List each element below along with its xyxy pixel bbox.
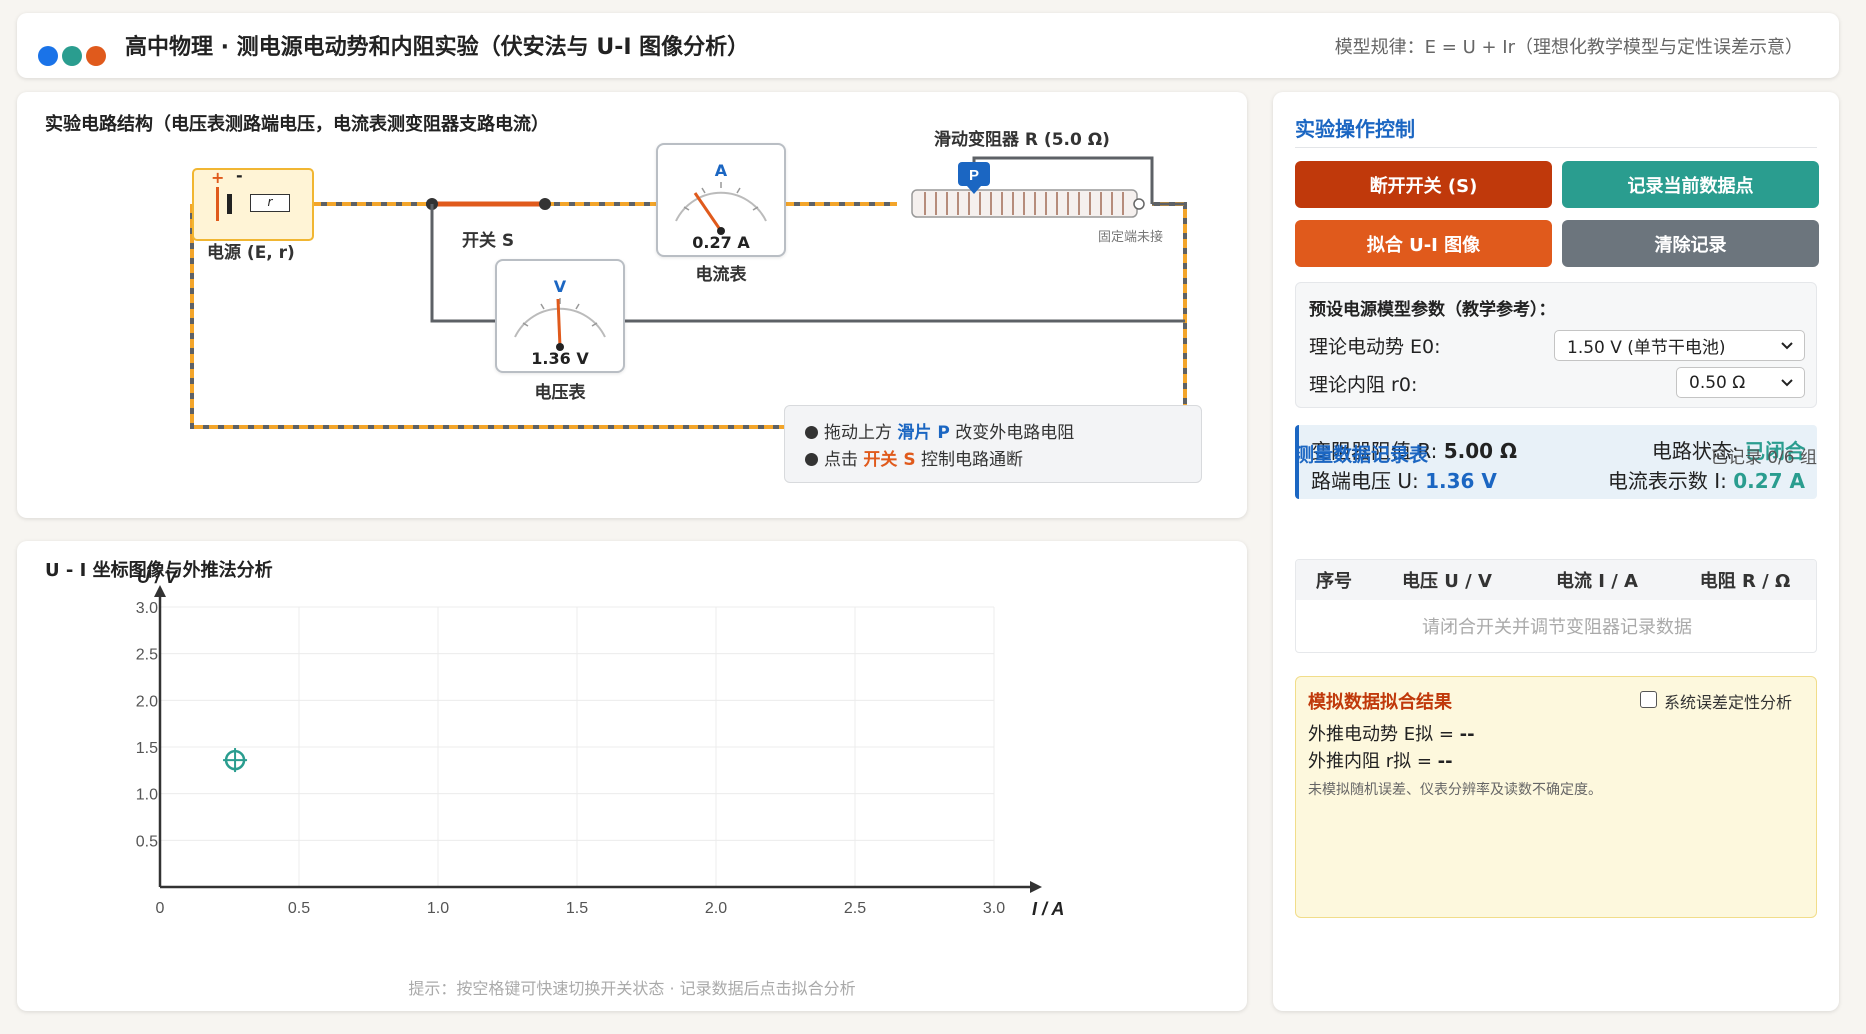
x-tick-label: 0 bbox=[156, 900, 165, 917]
bullet-icon bbox=[805, 426, 818, 439]
instruction-click-switch: 点击 开关 S 控制电路通断 bbox=[805, 445, 1023, 470]
keyboard-hint: 提示：按空格键可快速切换开关状态 · 记录数据后点击拟合分析 bbox=[408, 979, 856, 998]
voltmeter-label: 电压表 bbox=[534, 383, 586, 403]
table-header-current: 电流 I / A bbox=[1522, 560, 1672, 600]
ui-graph-panel: U - I 坐标图像与外推法分析 0 0.5 1.0 1.5 2.0 2.5 3.0 0.5 1… bbox=[17, 541, 1247, 1011]
y-tick-label: 0.5 bbox=[136, 833, 158, 850]
voltmeter: V 1.36 V bbox=[495, 259, 625, 373]
params-title: 预设电源模型参数（教学参考）： bbox=[1309, 300, 1556, 320]
model-rule-text: 模型规律：E = U + Ir（理想化教学模型与定性误差示意） bbox=[1334, 37, 1803, 58]
ammeter: A 0.27 A bbox=[656, 143, 786, 257]
terminal-voltage-stat: 路端电压 U: 1.36 V bbox=[1311, 469, 1497, 493]
teal-dot-icon bbox=[62, 46, 82, 66]
x-tick-label: 3.0 bbox=[983, 900, 1005, 917]
voltmeter-symbol: V bbox=[553, 277, 567, 296]
rheostat-label: 滑动变阻器 R (5.0 Ω) bbox=[934, 130, 1110, 150]
power-source: + - r bbox=[192, 166, 314, 241]
x-axis-label: I / A bbox=[1032, 899, 1064, 919]
clear-records-button[interactable]: 清除记录 bbox=[1562, 220, 1819, 267]
app-header: 高中物理 · 测电源电动势和内阻实验（伏安法与 U-I 图像分析） 模型规律：E… bbox=[17, 13, 1839, 78]
title-divider bbox=[1295, 147, 1817, 148]
voltmeter-wire-left bbox=[430, 204, 497, 323]
x-tick-label: 0.5 bbox=[288, 900, 310, 917]
internal-r-select[interactable]: 0.50 Ω bbox=[1676, 367, 1805, 398]
chevron-down-icon bbox=[1781, 342, 1793, 350]
control-panel: 实验操作控制 断开开关 (S) 记录当前数据点 拟合 U-I 图像 清除记录 预… bbox=[1273, 92, 1839, 1011]
y-tick-label: 3.0 bbox=[136, 600, 158, 617]
circuit-panel: 实验电路结构（电压表测路端电压，电流表测变阻器支路电流） P + - r 电源 … bbox=[17, 92, 1247, 518]
record-table: 序号 电压 U / V 电流 I / A 电阻 R / Ω 请闭合开关并调节变阻… bbox=[1295, 559, 1817, 653]
emf-param-label: 理论电动势 E0: bbox=[1309, 336, 1441, 358]
fitted-emf: 外推电动势 E拟 = -- bbox=[1308, 724, 1475, 745]
source-label: 电源 (E, r) bbox=[207, 243, 295, 263]
switch-label: 开关 S bbox=[462, 231, 515, 251]
fixed-end-label: 固定端未接 bbox=[1098, 230, 1164, 245]
table-header-resistance: 电阻 R / Ω bbox=[1672, 560, 1816, 600]
internal-resistor-icon: r bbox=[250, 194, 290, 212]
slider-p-label: P bbox=[969, 167, 979, 184]
blue-dot-icon bbox=[38, 46, 58, 66]
source-plus-sign: + bbox=[211, 168, 225, 187]
record-point-button[interactable]: 记录当前数据点 bbox=[1562, 161, 1819, 208]
ammeter-symbol: A bbox=[714, 161, 728, 180]
fitted-internal-r: 外推内阻 r拟 = -- bbox=[1308, 751, 1453, 772]
x-tick-label: 2.5 bbox=[844, 900, 866, 917]
chevron-down-icon bbox=[1781, 379, 1793, 387]
source-minus-sign: - bbox=[236, 166, 243, 185]
ammeter-reading: 0.27 A bbox=[692, 233, 750, 252]
fit-graph-button[interactable]: 拟合 U-I 图像 bbox=[1295, 220, 1552, 267]
table-header-index: 序号 bbox=[1296, 560, 1372, 600]
y-tick-label: 2.0 bbox=[136, 693, 158, 710]
r-param-label: 理论内阻 r0: bbox=[1309, 374, 1418, 396]
x-tick-label: 1.0 bbox=[427, 900, 449, 917]
instruction-drag-slider: 拖动上方 滑片 P 改变外电路电阻 bbox=[805, 418, 1074, 443]
bullet-icon bbox=[805, 453, 818, 466]
switch-terminal-right[interactable] bbox=[539, 198, 551, 210]
toggle-switch-button[interactable]: 断开开关 (S) bbox=[1295, 161, 1552, 208]
rheostat-fixed-end bbox=[1133, 198, 1145, 210]
app-title: 高中物理 · 测电源电动势和内阻实验（伏安法与 U-I 图像分析） bbox=[125, 35, 750, 60]
table-header-voltage: 电压 U / V bbox=[1372, 560, 1522, 600]
battery-short-plate-icon bbox=[227, 194, 232, 214]
instruction-box: 拖动上方 滑片 P 改变外电路电阻 点击 开关 S 控制电路通断 bbox=[784, 405, 1202, 483]
table-title: 测量数据记录表 bbox=[1295, 444, 1429, 466]
y-tick-label: 1.5 bbox=[136, 740, 158, 757]
record-count: 已记录 0/6 组 bbox=[1710, 448, 1817, 468]
voltmeter-reading: 1.36 V bbox=[531, 349, 589, 368]
emf-select[interactable]: 1.50 V (单节干电池) bbox=[1554, 330, 1805, 361]
slider-p[interactable]: P bbox=[958, 162, 990, 194]
x-tick-label: 1.5 bbox=[566, 900, 588, 917]
systematic-error-label[interactable]: 系统误差定性分析 bbox=[1664, 689, 1792, 713]
y-tick-label: 2.5 bbox=[136, 647, 158, 664]
systematic-error-checkbox[interactable] bbox=[1640, 691, 1657, 708]
ammeter-label: 电流表 bbox=[695, 265, 747, 285]
y-tick-label: 1.0 bbox=[136, 787, 158, 804]
y-axis-label: U / V bbox=[137, 567, 179, 587]
ammeter-current-stat: 电流表示数 I: 0.27 A bbox=[1607, 469, 1805, 493]
fit-note: 未模拟随机误差、仪表分辨率及读数不确定度。 bbox=[1308, 782, 1602, 798]
model-params-panel: 预设电源模型参数（教学参考）： 理论电动势 E0: 1.50 V (单节干电池)… bbox=[1295, 282, 1817, 408]
orange-dot-icon bbox=[86, 46, 106, 66]
battery-long-plate-icon bbox=[216, 187, 219, 221]
table-empty-message: 请闭合开关并调节变阻器记录数据 bbox=[1422, 617, 1692, 638]
control-title: 实验操作控制 bbox=[1295, 117, 1415, 141]
ui-chart[interactable]: 0 0.5 1.0 1.5 2.0 2.5 3.0 0.5 1.0 1.5 2.0 2.5 3.0 I /… bbox=[17, 541, 1247, 941]
x-axis-arrow-icon bbox=[1030, 881, 1042, 893]
fit-result-panel: 模拟数据拟合结果 系统误差定性分析 外推电动势 E拟 = -- 外推内阻 r拟 … bbox=[1295, 676, 1817, 918]
fit-title: 模拟数据拟合结果 bbox=[1308, 692, 1452, 713]
x-tick-label: 2.0 bbox=[705, 900, 727, 917]
